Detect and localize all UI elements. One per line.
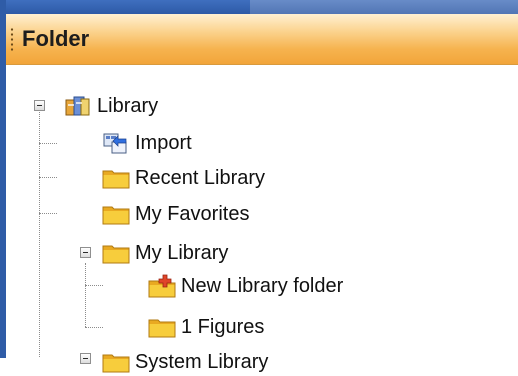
tree-node-label: Recent Library — [135, 167, 266, 189]
tree-node-label: 1 Figures — [181, 316, 265, 338]
library-icon — [64, 94, 92, 118]
tree-line — [39, 109, 40, 357]
tree-node-system-library[interactable]: System Library — [102, 348, 268, 376]
tree-collapse-toggle[interactable] — [34, 100, 45, 111]
tree-node-label: System Library — [135, 351, 269, 373]
tree-node-label: My Library — [135, 242, 229, 264]
tree-node-label: Import — [135, 132, 192, 154]
folder-panel: Folder Library Import Recent Library My … — [6, 14, 518, 373]
tree-node-my-favorites[interactable]: My Favorites — [102, 200, 249, 228]
panel-grip-handle[interactable] — [10, 27, 14, 51]
new-folder-icon — [148, 274, 176, 298]
tree-node-library[interactable]: Library — [64, 92, 158, 120]
tree-line — [39, 177, 57, 178]
tree-node-1-figures[interactable]: 1 Figures — [148, 313, 264, 341]
folder-icon — [102, 350, 130, 374]
tree-node-new-library-folder[interactable]: New Library folder — [148, 272, 343, 300]
window-top-strip — [0, 0, 518, 14]
folder-icon — [102, 166, 130, 190]
folder-icon — [102, 202, 130, 226]
tree-line — [85, 327, 103, 328]
folder-icon — [148, 315, 176, 339]
folder-icon — [102, 241, 130, 265]
tree-node-label: Library — [97, 95, 159, 117]
tree-line — [85, 263, 86, 327]
panel-title: Folder — [22, 26, 90, 51]
tree-node-label: My Favorites — [135, 203, 250, 225]
tree-node-import[interactable]: Import — [102, 129, 192, 157]
tree-collapse-toggle[interactable] — [80, 247, 91, 258]
panel-header: Folder — [6, 14, 518, 65]
tree-line — [39, 213, 57, 214]
tree-line — [39, 143, 57, 144]
tree-node-recent-library[interactable]: Recent Library — [102, 164, 265, 192]
tree-node-label: New Library folder — [181, 275, 344, 297]
tree-node-my-library[interactable]: My Library — [102, 239, 228, 267]
folder-tree: Library Import Recent Library My Favorit… — [6, 65, 518, 373]
tree-collapse-toggle[interactable] — [80, 353, 91, 364]
tree-line — [85, 285, 103, 286]
import-icon — [102, 131, 130, 155]
